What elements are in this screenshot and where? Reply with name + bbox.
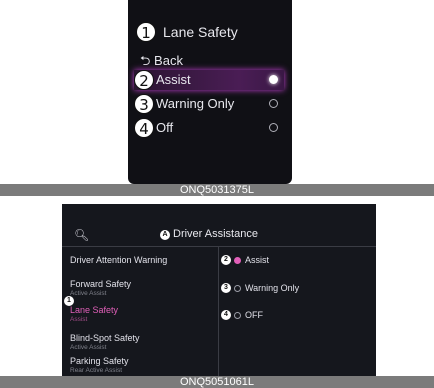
- figure-caption: ONQ5031375L: [0, 184, 434, 196]
- callout-a: A: [160, 230, 170, 240]
- callout-1: 1: [64, 296, 74, 306]
- callout-4: 4: [134, 118, 154, 138]
- back-label: Back: [154, 53, 183, 68]
- menu-item-driver-attention-warning[interactable]: Driver Attention Warning: [70, 255, 216, 265]
- callout-1: 1: [136, 22, 156, 42]
- callout-2: 2: [134, 70, 154, 90]
- option-label: Off: [156, 120, 174, 135]
- screen-title: Driver Assistance: [173, 228, 258, 240]
- radio-empty-icon: [269, 123, 278, 132]
- menu-item-subtitle: Assist: [70, 316, 88, 323]
- menu-item-title: Parking Safety: [70, 356, 129, 366]
- callout-2: 2: [221, 255, 231, 265]
- option-warning-only[interactable]: Warning Only: [134, 94, 284, 114]
- option-label: Warning Only: [156, 96, 235, 111]
- cluster-figure: 1 Lane Safety ⮌ Back Assist 2 Warning On…: [0, 0, 434, 196]
- option-warning-only[interactable]: Warning Only: [234, 281, 299, 295]
- option-label: Assist: [156, 72, 191, 87]
- column-divider: [218, 247, 219, 376]
- option-assist[interactable]: Assist: [134, 70, 284, 90]
- callout-3: 3: [221, 283, 231, 293]
- menu-item-title: Forward Safety: [70, 279, 132, 289]
- option-label: Warning Only: [245, 283, 300, 293]
- menu-item-title: Lane Safety: [70, 305, 119, 315]
- search-icon[interactable]: 🔍︎: [74, 228, 89, 242]
- menu-item-subtitle: Active Assist: [70, 290, 107, 297]
- figure-caption: ONQ5051061L: [0, 376, 434, 388]
- radio-selected-icon: [234, 257, 241, 264]
- back-arrow-icon: ⮌: [140, 53, 151, 68]
- radio-empty-icon: [234, 285, 241, 292]
- cluster-title: Lane Safety: [163, 24, 238, 40]
- callout-4: 4: [221, 310, 231, 320]
- header-divider: [62, 246, 376, 247]
- menu-item-lane-safety[interactable]: Lane Safety Assist: [70, 305, 216, 323]
- option-label: Assist: [245, 255, 270, 265]
- radio-empty-icon: [269, 99, 278, 108]
- radio-empty-icon: [234, 312, 241, 319]
- option-label: OFF: [245, 310, 263, 320]
- menu-item-parking-safety[interactable]: Parking Safety Rear Active Assist: [70, 356, 216, 374]
- radio-selected-icon: [269, 75, 278, 84]
- menu-item-title: Driver Attention Warning: [70, 255, 168, 265]
- option-assist[interactable]: Assist: [234, 253, 269, 267]
- option-off[interactable]: OFF: [234, 308, 263, 322]
- menu-item-subtitle: Rear Active Assist: [70, 367, 123, 374]
- option-off[interactable]: Off: [134, 118, 284, 138]
- menu-item-forward-safety[interactable]: Forward Safety Active Assist: [70, 279, 216, 297]
- menu-item-blind-spot-safety[interactable]: Blind-Spot Safety Active Assist: [70, 333, 216, 351]
- menu-item-subtitle: Active Assist: [70, 344, 107, 351]
- callout-3: 3: [134, 94, 154, 114]
- menu-item-title: Blind-Spot Safety: [70, 333, 140, 343]
